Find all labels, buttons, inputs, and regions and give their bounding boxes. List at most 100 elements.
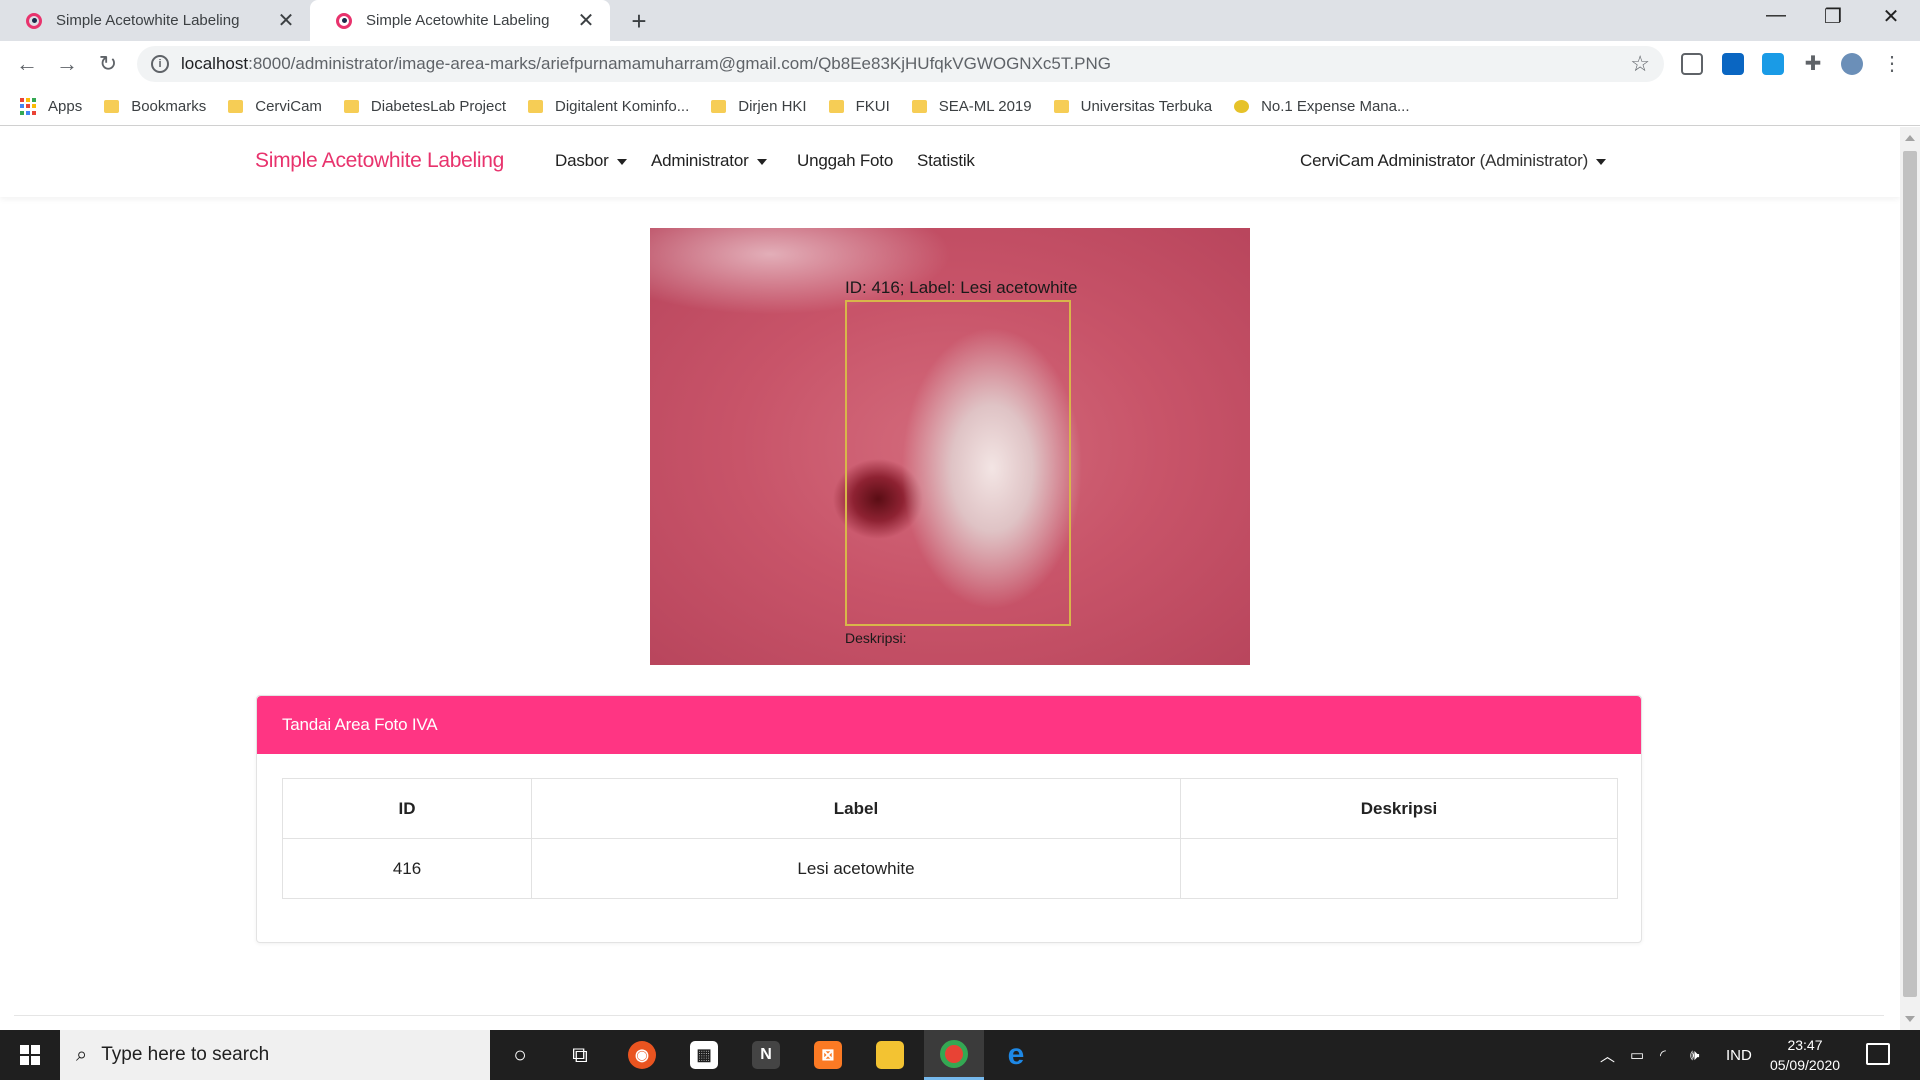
search-icon: ⌕ bbox=[76, 1043, 88, 1066]
bookmark-label: Universitas Terbuka bbox=[1080, 98, 1213, 115]
user-menu[interactable]: CerviCam Administrator (Administrator) bbox=[1300, 151, 1607, 171]
windows-taskbar: ⌕ Type here to search ○ ⧉ ◉ ▦ N ⊠ e ︿ ▭ … bbox=[0, 1030, 1920, 1080]
site-info-icon[interactable]: i bbox=[151, 55, 169, 73]
minimize-button[interactable]: — bbox=[1756, 4, 1796, 27]
annotation-bounding-box[interactable] bbox=[845, 300, 1071, 626]
card-title: Tandai Area Foto IVA bbox=[282, 715, 438, 734]
close-window-button[interactable]: ✕ bbox=[1871, 4, 1911, 29]
profile-avatar-icon[interactable] bbox=[1841, 53, 1863, 75]
nav-dasbor[interactable]: Dasbor bbox=[555, 151, 627, 171]
new-tab-button[interactable]: + bbox=[624, 6, 654, 37]
wifi-icon[interactable]: ◜ bbox=[1660, 1030, 1666, 1080]
volume-icon[interactable]: 🕪 bbox=[1690, 1030, 1699, 1080]
task-view-icon[interactable]: ⧉ bbox=[550, 1030, 610, 1080]
apps-grid-icon bbox=[20, 97, 38, 116]
extension-icon[interactable] bbox=[1681, 53, 1703, 75]
xampp-icon[interactable]: ⊠ bbox=[798, 1030, 858, 1080]
folder-icon bbox=[528, 100, 544, 113]
caret-down-icon bbox=[1596, 158, 1607, 165]
area-marks-card: Tandai Area Foto IVA ID Label Deskripsi … bbox=[256, 695, 1642, 943]
restore-button[interactable]: ❐ bbox=[1813, 4, 1853, 29]
column-header-description: Deskripsi bbox=[1180, 778, 1618, 839]
language-indicator[interactable]: IND bbox=[1726, 1030, 1752, 1080]
clock-time: 23:47 bbox=[1787, 1037, 1823, 1053]
table-row: 416 Lesi acetowhite bbox=[282, 838, 1618, 899]
scroll-up-icon[interactable] bbox=[1905, 135, 1915, 141]
cortana-icon[interactable]: ○ bbox=[490, 1030, 550, 1080]
file-explorer-icon[interactable] bbox=[860, 1030, 920, 1080]
taskbar-clock[interactable]: 23:47 05/09/2020 bbox=[1760, 1035, 1850, 1075]
bookmark-label: Bookmarks bbox=[131, 98, 207, 115]
tab-title: Simple Acetowhite Labeling bbox=[366, 12, 550, 29]
column-header-id: ID bbox=[282, 778, 532, 839]
bookmark-label: FKUI bbox=[855, 98, 890, 115]
address-bar[interactable]: i localhost:8000/administrator/image-are… bbox=[137, 46, 1664, 82]
folder-icon bbox=[711, 100, 727, 113]
column-header-label: Label bbox=[531, 778, 1181, 839]
bookmark-label: Apps bbox=[48, 98, 83, 115]
bookmark-label: SEA-ML 2019 bbox=[938, 98, 1032, 115]
bookmark-item[interactable]: Digitalent Kominfo... bbox=[528, 98, 689, 115]
forward-arrow-icon[interactable]: → bbox=[52, 51, 82, 77]
bookmark-label: DiabetesLab Project bbox=[370, 98, 507, 115]
site-brand[interactable]: Simple Acetowhite Labeling bbox=[255, 149, 504, 173]
browser-tab-2[interactable]: Simple Acetowhite Labeling ✕ bbox=[310, 0, 610, 41]
notification-icon[interactable] bbox=[1866, 1043, 1890, 1065]
search-placeholder: Type here to search bbox=[101, 1044, 270, 1065]
puzzle-extensions-icon[interactable]: ✚ bbox=[1802, 53, 1824, 75]
edge-icon[interactable]: e bbox=[986, 1030, 1046, 1080]
bookmark-item[interactable]: DiabetesLab Project bbox=[343, 98, 507, 115]
windows-logo-icon bbox=[20, 1045, 40, 1065]
nav-administrator[interactable]: Administrator bbox=[651, 151, 767, 171]
folder-icon bbox=[1053, 100, 1069, 113]
bookmark-item[interactable]: No.1 Expense Mana... bbox=[1234, 98, 1409, 115]
browser-tab-1[interactable]: Simple Acetowhite Labeling ✕ bbox=[0, 0, 310, 41]
reload-icon[interactable]: ↻ bbox=[93, 51, 123, 77]
bookmark-item[interactable]: FKUI bbox=[828, 98, 890, 115]
taskbar-search[interactable]: ⌕ Type here to search bbox=[60, 1030, 490, 1080]
cell-label: Lesi acetowhite bbox=[531, 838, 1181, 899]
user-role: (Administrator) bbox=[1479, 151, 1589, 170]
nav-statistik[interactable]: Statistik bbox=[917, 151, 975, 171]
bookmark-item[interactable]: CerviCam bbox=[228, 98, 322, 115]
tab-close-icon[interactable]: ✕ bbox=[576, 8, 596, 33]
page-scrollbar[interactable] bbox=[1900, 127, 1920, 1030]
menu-dots-icon[interactable]: ⋮ bbox=[1881, 53, 1903, 75]
scroll-thumb[interactable] bbox=[1903, 151, 1917, 997]
bookmark-item[interactable]: Bookmarks bbox=[104, 98, 206, 115]
cell-description bbox=[1180, 838, 1618, 899]
start-button[interactable] bbox=[0, 1030, 60, 1080]
user-name: CerviCam Administrator bbox=[1300, 151, 1476, 170]
folder-icon bbox=[228, 100, 244, 113]
bookmark-apps[interactable]: Apps bbox=[20, 97, 83, 116]
nav-label: Administrator bbox=[651, 151, 749, 170]
linkedin-extension-icon[interactable] bbox=[1722, 53, 1744, 75]
bookmark-label: Digitalent Kominfo... bbox=[555, 98, 690, 115]
cervicam-icon bbox=[26, 12, 42, 29]
chrome-icon[interactable] bbox=[924, 1030, 984, 1080]
star-icon[interactable]: ☆ bbox=[1630, 51, 1650, 77]
folder-icon bbox=[104, 100, 120, 113]
ubuntu-icon[interactable]: ◉ bbox=[612, 1030, 672, 1080]
expense-app-icon bbox=[1234, 100, 1250, 113]
back-arrow-icon[interactable]: ← bbox=[12, 51, 42, 77]
tab-close-icon[interactable]: ✕ bbox=[276, 8, 296, 33]
annotation-label: ID: 416; Label: Lesi acetowhite bbox=[845, 278, 1078, 297]
translate-extension-icon[interactable] bbox=[1762, 53, 1784, 75]
store-icon[interactable]: ▦ bbox=[674, 1030, 734, 1080]
battery-icon[interactable]: ▭ bbox=[1630, 1030, 1644, 1080]
scroll-down-icon[interactable] bbox=[1905, 1016, 1915, 1022]
browser-toolbar: ← → ↻ i localhost:8000/administrator/ima… bbox=[0, 41, 1920, 88]
bookmark-item[interactable]: SEA-ML 2019 bbox=[911, 98, 1032, 115]
bookmark-item[interactable]: Dirjen HKI bbox=[711, 98, 807, 115]
bookmarks-bar: Apps Bookmarks CerviCam DiabetesLab Proj… bbox=[0, 88, 1920, 126]
nav-label: Dasbor bbox=[555, 151, 609, 170]
bookmark-item[interactable]: Universitas Terbuka bbox=[1053, 98, 1213, 115]
folder-icon bbox=[828, 100, 844, 113]
area-marks-table: ID Label Deskripsi 416 Lesi acetowhite bbox=[282, 778, 1618, 899]
nav-unggah-foto[interactable]: Unggah Foto bbox=[797, 151, 893, 171]
notion-icon[interactable]: N bbox=[736, 1030, 796, 1080]
footer-divider bbox=[14, 1015, 1884, 1016]
tray-chevron-icon[interactable]: ︿ bbox=[1600, 1030, 1615, 1080]
caret-down-icon bbox=[616, 158, 627, 165]
